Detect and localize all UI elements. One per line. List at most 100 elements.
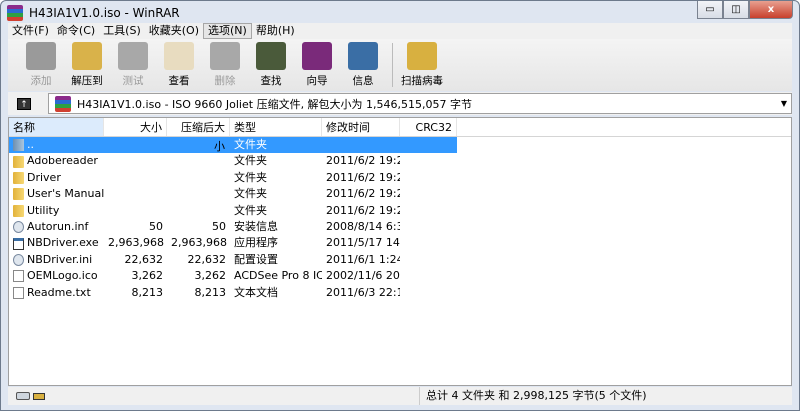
file-packed-size [167, 186, 230, 202]
drive-icon [16, 392, 30, 400]
file-row[interactable]: Autorun.inf 50 50 安装信息 2008/8/14 6:30 [9, 219, 791, 235]
toolbar-button-7[interactable]: 信息 [340, 39, 386, 91]
toolbar-button-3[interactable]: 查看 [156, 39, 202, 91]
folder-icon [13, 171, 24, 184]
minimize-button[interactable]: ▭ [697, 1, 723, 19]
file-type: ACDSee Pro 8 IC... [234, 269, 322, 283]
toolbar-button-6[interactable]: 向导 [294, 39, 340, 91]
file-packed-size [167, 203, 230, 219]
address-bar: ↑ H43IA1V1.0.iso - ISO 9660 Joliet 压缩文件,… [8, 92, 792, 115]
toolbar-button-4[interactable]: 删除 [202, 39, 248, 91]
close-button[interactable]: x [749, 1, 793, 19]
file-crc [400, 186, 457, 202]
file-crc [400, 137, 457, 154]
column-header-0[interactable]: 名称 [9, 118, 104, 136]
file-name: Adobereader [27, 154, 98, 168]
extract-icon [72, 42, 102, 70]
file-type: 文件夹 [234, 154, 267, 168]
file-name: Autorun.inf [27, 219, 89, 233]
file-row[interactable]: NBDriver.exe 2,963,968 2,963,968 应用程序 2011/5… [9, 235, 791, 251]
toolbar-button-2[interactable]: 测试 [110, 39, 156, 91]
file-packed-size: 2,963,968 [171, 236, 227, 250]
menu-bar: 文件(F) 命令(C) 工具(S) 收藏夹(O) 选项(N) 帮助(H) [8, 23, 792, 39]
file-size [104, 203, 167, 219]
file-packed-size: 22,632 [187, 252, 227, 266]
file-row[interactable]: Driver 文件夹 2011/6/2 19:23 [9, 170, 791, 186]
toolbar-label: 添加 [30, 75, 52, 87]
menu-2[interactable]: 工具(S) [99, 23, 145, 39]
toolbar-button-0[interactable]: 添加 [18, 39, 64, 91]
file-name: User's Manual [27, 187, 104, 201]
file-name: OEMLogo.ico [27, 269, 98, 283]
file-crc [400, 268, 457, 284]
file-size [104, 186, 167, 202]
column-header-2[interactable]: 压缩后大小 [167, 118, 230, 153]
file-modified: 2011/6/1 1:24 [326, 252, 400, 266]
toolbar-button-8[interactable]: 扫描病毒 [399, 39, 445, 91]
toolbar-label: 查看 [168, 75, 190, 87]
file-packed-size: 8,213 [194, 285, 227, 299]
dropdown-arrow-icon[interactable]: ▼ [781, 99, 787, 108]
file-modified: 2011/6/2 19:25 [326, 154, 400, 168]
delete-icon [210, 42, 240, 70]
file-modified: 2011/5/17 14... [326, 236, 400, 250]
up-folder-button[interactable]: ↑ [17, 97, 31, 110]
file-name: NBDriver.ini [27, 252, 93, 266]
info-icon [348, 42, 378, 70]
column-header-1[interactable]: 大小 [104, 118, 167, 136]
file-row[interactable]: OEMLogo.ico 3,262 3,262 ACDSee Pro 8 IC... 2… [9, 268, 791, 284]
file-type: 应用程序 [234, 236, 278, 250]
archive-icon [55, 95, 71, 112]
folder-icon [13, 204, 24, 217]
file-size: 3,262 [131, 269, 164, 283]
file-size: 50 [149, 219, 163, 233]
file-row[interactable]: Utility 文件夹 2011/6/2 19:23 [9, 203, 791, 219]
folder-icon [13, 155, 24, 168]
toolbar-label: 信息 [352, 75, 374, 87]
menu-3[interactable]: 收藏夹(O) [145, 23, 203, 39]
file-type: 文件夹 [234, 170, 267, 184]
path-field[interactable]: H43IA1V1.0.iso - ISO 9660 Joliet 压缩文件, 解… [48, 93, 792, 114]
file-crc [400, 285, 457, 301]
file-modified: 2011/6/2 19:23 [326, 203, 400, 217]
menu-5[interactable]: 帮助(H) [252, 23, 299, 39]
file-type: 文件夹 [234, 187, 267, 201]
toolbar-button-1[interactable]: 解压到 [64, 39, 110, 91]
menu-4[interactable]: 选项(N) [203, 23, 252, 39]
maximize-button[interactable]: ◫ [723, 1, 749, 19]
file-row[interactable]: NBDriver.ini 22,632 22,632 配置设置 2011/6/1 1:2… [9, 252, 791, 268]
file-modified [322, 137, 400, 154]
file-name: Utility [27, 203, 60, 217]
column-header-5[interactable]: CRC32 [400, 118, 457, 136]
file-modified: 2002/11/6 20... [326, 269, 400, 283]
menu-0[interactable]: 文件(F) [8, 23, 53, 39]
file-modified: 2011/6/3 22:10 [326, 285, 400, 299]
file-row[interactable]: Adobereader 文件夹 2011/6/2 19:25 [9, 153, 791, 169]
add-icon [26, 42, 56, 70]
folder-icon [13, 188, 24, 201]
file-packed-size [167, 170, 230, 186]
winrar-window: H43IA1V1.0.iso - WinRAR ▭ ◫ x 文件(F) 命令(C)… [0, 0, 800, 411]
file-row[interactable]: .. 文件夹 [9, 137, 791, 154]
file-crc [400, 235, 457, 251]
toolbar-label: 删除 [214, 75, 236, 87]
file-packed-size: 3,262 [194, 269, 227, 283]
column-header-3[interactable]: 类型 [230, 118, 322, 136]
file-row[interactable]: Readme.txt 8,213 8,213 文本文档 2011/6/3 22:10 [9, 285, 791, 301]
column-header-4[interactable]: 修改时间 [322, 118, 400, 136]
file-name: .. [27, 138, 34, 151]
window-title: H43IA1V1.0.iso - WinRAR [29, 6, 180, 20]
toolbar-label: 扫描病毒 [401, 75, 443, 87]
file-name: Readme.txt [27, 285, 91, 299]
file-type: 文本文档 [234, 285, 278, 299]
up-icon [13, 139, 24, 152]
file-crc [400, 153, 457, 169]
file-type: 安装信息 [234, 219, 278, 233]
virus-scan-icon [407, 42, 437, 70]
toolbar-button-5[interactable]: 查找 [248, 39, 294, 91]
file-modified: 2011/6/2 19:23 [326, 170, 400, 184]
file-row[interactable]: User's Manual 文件夹 2011/6/2 19:23 [9, 186, 791, 202]
menu-1[interactable]: 命令(C) [53, 23, 99, 39]
file-type: 文件夹 [234, 203, 267, 217]
path-text: H43IA1V1.0.iso - ISO 9660 Joliet 压缩文件, 解… [77, 97, 473, 111]
